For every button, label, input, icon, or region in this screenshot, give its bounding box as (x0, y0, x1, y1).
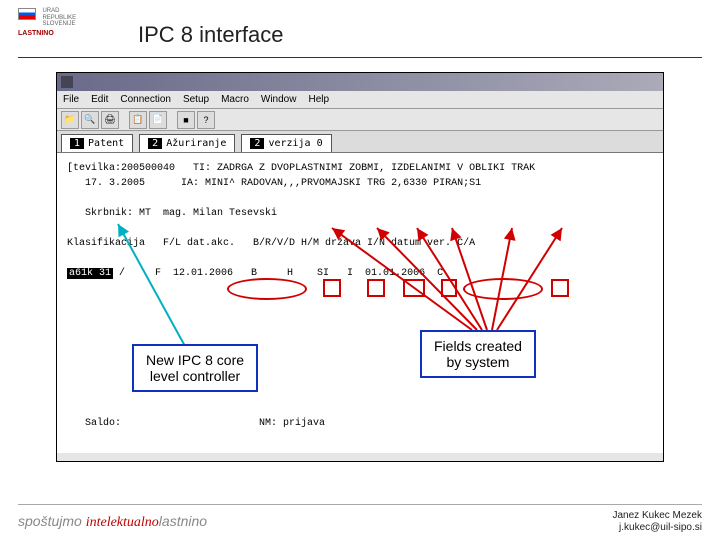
org-logo: URAD REPUBLIKE SLOVENIJE LASTNINO (18, 8, 88, 50)
app-icon (61, 76, 73, 88)
flag-icon (18, 8, 36, 20)
content-line-saldo: Saldo: NM: prijava (67, 416, 653, 431)
slide-header: URAD REPUBLIKE SLOVENIJE LASTNINO IPC 8 … (18, 8, 702, 58)
footer-contact: Janez Kukec Mezekj.kukec@uil-sipo.si (613, 510, 703, 534)
toolbar-btn-stop[interactable]: ■ (177, 111, 195, 129)
toolbar-btn-paste[interactable]: 📄 (149, 111, 167, 129)
tab-verzija[interactable]: 2verzija 0 (241, 134, 331, 152)
toolbar-sep (169, 111, 175, 129)
menubar: File Edit Connection Setup Macro Window … (57, 91, 663, 109)
arrows-right (322, 222, 572, 342)
toolbar-sep (121, 111, 127, 129)
tab-patent[interactable]: 1Patent (61, 134, 133, 152)
footer-tagline: spoštujmo intelektualnolastnino (18, 513, 207, 531)
arrow-left (106, 218, 226, 348)
menu-setup[interactable]: Setup (183, 94, 209, 105)
menu-help[interactable]: Help (308, 94, 329, 105)
toolbar-btn-open[interactable]: 📁 (61, 111, 79, 129)
titlebar (57, 73, 663, 91)
highlight-date-1 (227, 278, 307, 300)
slide-footer: spoštujmo intelektualnolastnino Janez Ku… (18, 504, 702, 534)
menu-window[interactable]: Window (261, 94, 297, 105)
tabbar: 1Patent 2Ažuriranje 2verzija 0 (57, 131, 663, 153)
menu-edit[interactable]: Edit (91, 94, 108, 105)
content-blank (67, 401, 653, 416)
menu-macro[interactable]: Macro (221, 94, 249, 105)
menu-connection[interactable]: Connection (120, 94, 171, 105)
content-blank (67, 191, 653, 206)
toolbar-btn-find[interactable]: 🔍 (81, 111, 99, 129)
org-text: URAD REPUBLIKE SLOVENIJE (42, 8, 76, 28)
toolbar: 📁 🔍 🖨 📋 📄 ■ ? (57, 109, 663, 131)
callout-fields: Fields createdby system (420, 330, 536, 378)
toolbar-btn-copy[interactable]: 📋 (129, 111, 147, 129)
logo-word: LASTNINO (18, 30, 88, 37)
tab-azuriranje[interactable]: 2Ažuriranje (139, 134, 235, 152)
toolbar-btn-print[interactable]: 🖨 (101, 111, 119, 129)
callout-ipc-core: New IPC 8 corelevel controller (132, 344, 258, 392)
content-line-1: [tevilka:200500040 TI: ZADRGA Z DVOPLAST… (67, 161, 653, 176)
content-line-2: 17. 3.2005 IA: MINI^ RADOVAN,,,PRVOMAJSK… (67, 176, 653, 191)
menu-file[interactable]: File (63, 94, 79, 105)
toolbar-btn-help[interactable]: ? (197, 111, 215, 129)
page-title: IPC 8 interface (138, 22, 284, 48)
